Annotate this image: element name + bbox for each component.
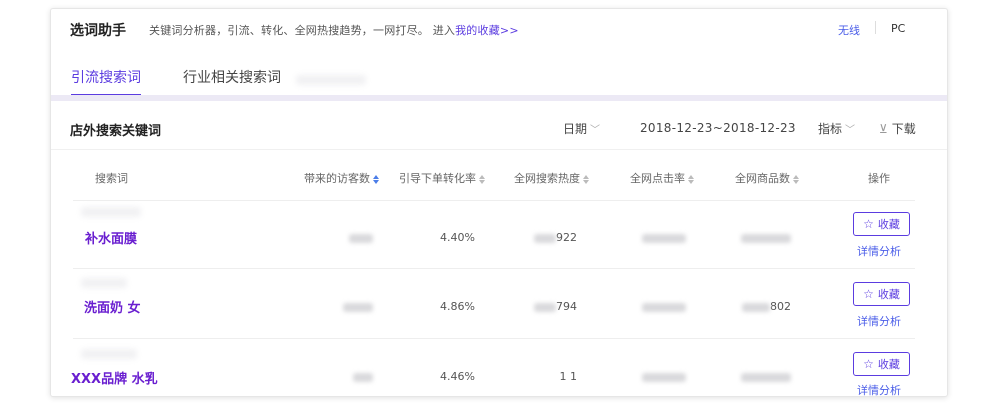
device-wireless-toggle[interactable]: 无线 <box>838 22 860 38</box>
date-filter-label: 日期 <box>563 122 588 136</box>
row-line <box>73 338 915 339</box>
row-line <box>73 268 915 269</box>
col-ctr-label: 全网点击率 <box>630 172 685 185</box>
visitors-value <box>333 300 373 313</box>
favorite-button[interactable]: ☆ 收藏 <box>853 212 910 236</box>
products-value <box>737 370 791 383</box>
favorite-label: 收藏 <box>877 289 900 301</box>
sort-icon <box>583 174 590 184</box>
sort-icon <box>373 174 380 184</box>
obscured-text <box>81 207 141 217</box>
section-divider <box>51 95 947 101</box>
products-digits: 802 <box>770 300 791 313</box>
header-slogan: 关键词分析器，引流、转化、全网热搜趋势，一网打尽。 进入我的收藏>> <box>149 22 519 38</box>
tab-traffic-keywords[interactable]: 引流搜索词 <box>71 67 141 87</box>
date-range: 2018-12-23~2018-12-23 <box>640 121 796 135</box>
keyword-link[interactable]: 洗面奶 女 <box>84 297 141 316</box>
col-keyword: 搜索词 <box>95 172 128 185</box>
keyword-link[interactable]: XXX品牌 水乳 <box>71 368 158 387</box>
detail-analysis-link[interactable]: 详情分析 <box>857 243 901 259</box>
star-icon: ☆ <box>863 287 874 301</box>
chevron-down-icon: ﹀ <box>845 125 856 136</box>
tab-industry-keywords[interactable]: 行业相关搜索词 <box>183 67 281 87</box>
detail-analysis-link[interactable]: 详情分析 <box>857 313 901 329</box>
obscured-tab-area <box>296 75 366 85</box>
date-filter-dropdown[interactable]: 日期 ﹀ <box>563 120 600 137</box>
favorite-button[interactable]: ☆ 收藏 <box>853 282 910 306</box>
col-search-heat-label: 全网搜索热度 <box>514 172 580 185</box>
header-bar: 选词助手 关键词分析器，引流、转化、全网热搜趋势，一网打尽。 进入我的收藏>> … <box>51 9 947 47</box>
brand-title: 选词助手 <box>70 23 126 39</box>
favorite-label: 收藏 <box>877 219 900 231</box>
search-heat-value: 922 <box>529 231 577 244</box>
col-products[interactable]: 全网商品数 <box>735 170 800 186</box>
ctr-value <box>636 300 686 313</box>
search-heat-value: 794 <box>529 300 577 313</box>
tab-bar: 引流搜索词 行业相关搜索词 <box>51 47 947 97</box>
ctr-value <box>636 370 686 383</box>
search-heat-digits: 922 <box>556 231 577 244</box>
slogan-text: 关键词分析器，引流、转化、全网热搜趋势，一网打尽。 进入 <box>149 24 456 37</box>
products-value <box>737 231 791 244</box>
chevron-down-icon: ﹀ <box>590 125 601 136</box>
download-icon: ⊻ <box>879 122 888 136</box>
col-actions: 操作 <box>868 172 890 185</box>
section-title: 店外搜索关键词 <box>70 124 162 139</box>
download-label: 下载 <box>891 122 916 136</box>
visitors-value <box>333 370 373 383</box>
col-conversion[interactable]: 引导下单转化率 <box>399 170 486 186</box>
sort-icon <box>688 174 695 184</box>
col-visitors[interactable]: 带来的访客数 <box>304 170 380 186</box>
col-ctr[interactable]: 全网点击率 <box>630 170 695 186</box>
favorite-label: 收藏 <box>877 359 900 371</box>
download-button[interactable]: ⊻ 下载 <box>879 120 916 137</box>
device-divider <box>875 21 876 34</box>
keyword-link[interactable]: 补水面膜 <box>85 228 137 247</box>
metric-filter-dropdown[interactable]: 指标 ﹀ <box>818 120 855 137</box>
products-value: 802 <box>737 300 791 313</box>
obscured-text <box>81 349 137 359</box>
col-conversion-label: 引导下单转化率 <box>399 172 476 185</box>
conversion-value: 4.40% <box>440 231 475 244</box>
conversion-value: 4.46% <box>440 370 475 383</box>
col-products-label: 全网商品数 <box>735 172 790 185</box>
keyword-assistant-panel: 选词助手 关键词分析器，引流、转化、全网热搜趋势，一网打尽。 进入我的收藏>> … <box>50 8 948 397</box>
col-visitors-label: 带来的访客数 <box>304 172 370 185</box>
metric-filter-label: 指标 <box>818 122 843 136</box>
col-search-heat[interactable]: 全网搜索热度 <box>514 170 590 186</box>
star-icon: ☆ <box>863 217 874 231</box>
star-icon: ☆ <box>863 357 874 371</box>
conversion-value: 4.86% <box>440 300 475 313</box>
section-separator <box>51 149 947 150</box>
ctr-value <box>636 231 686 244</box>
visitors-value <box>333 231 373 244</box>
search-heat-digits: 794 <box>556 300 577 313</box>
favorite-button[interactable]: ☆ 收藏 <box>853 352 910 376</box>
detail-analysis-link[interactable]: 详情分析 <box>857 382 901 396</box>
header-row-line <box>73 200 915 201</box>
obscured-text <box>81 278 127 288</box>
search-heat-value: 1 1 <box>559 370 578 383</box>
device-pc-toggle[interactable]: PC <box>891 22 905 35</box>
sort-icon <box>479 174 486 184</box>
my-favorites-link[interactable]: 我的收藏>> <box>455 24 519 37</box>
sort-icon <box>793 174 800 184</box>
